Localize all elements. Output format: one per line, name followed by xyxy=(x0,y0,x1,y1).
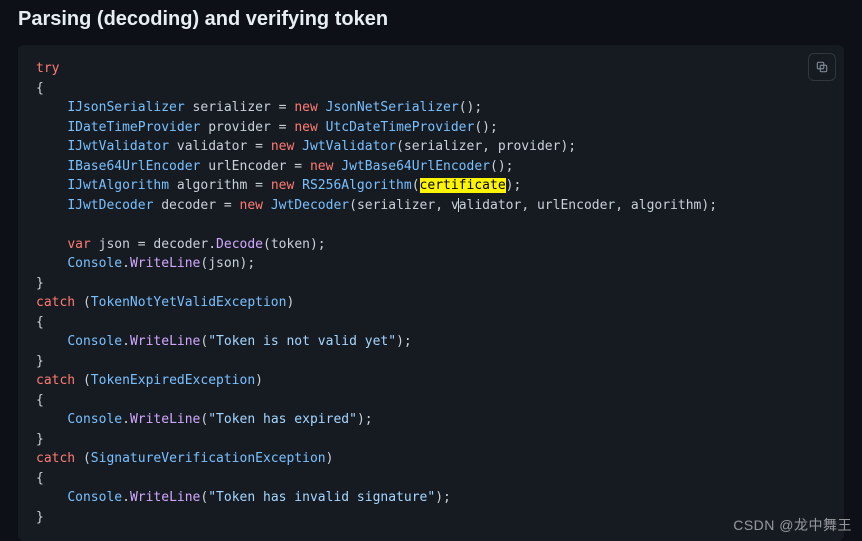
code-block: try { IJsonSerializer serializer = new J… xyxy=(18,45,844,541)
highlighted-param: certificate xyxy=(420,178,506,193)
copy-button[interactable] xyxy=(808,53,836,81)
copy-icon xyxy=(815,60,829,74)
code-content: try { IJsonSerializer serializer = new J… xyxy=(36,59,826,527)
text-cursor xyxy=(458,198,459,212)
section-heading: Parsing (decoding) and verifying token xyxy=(0,0,862,45)
